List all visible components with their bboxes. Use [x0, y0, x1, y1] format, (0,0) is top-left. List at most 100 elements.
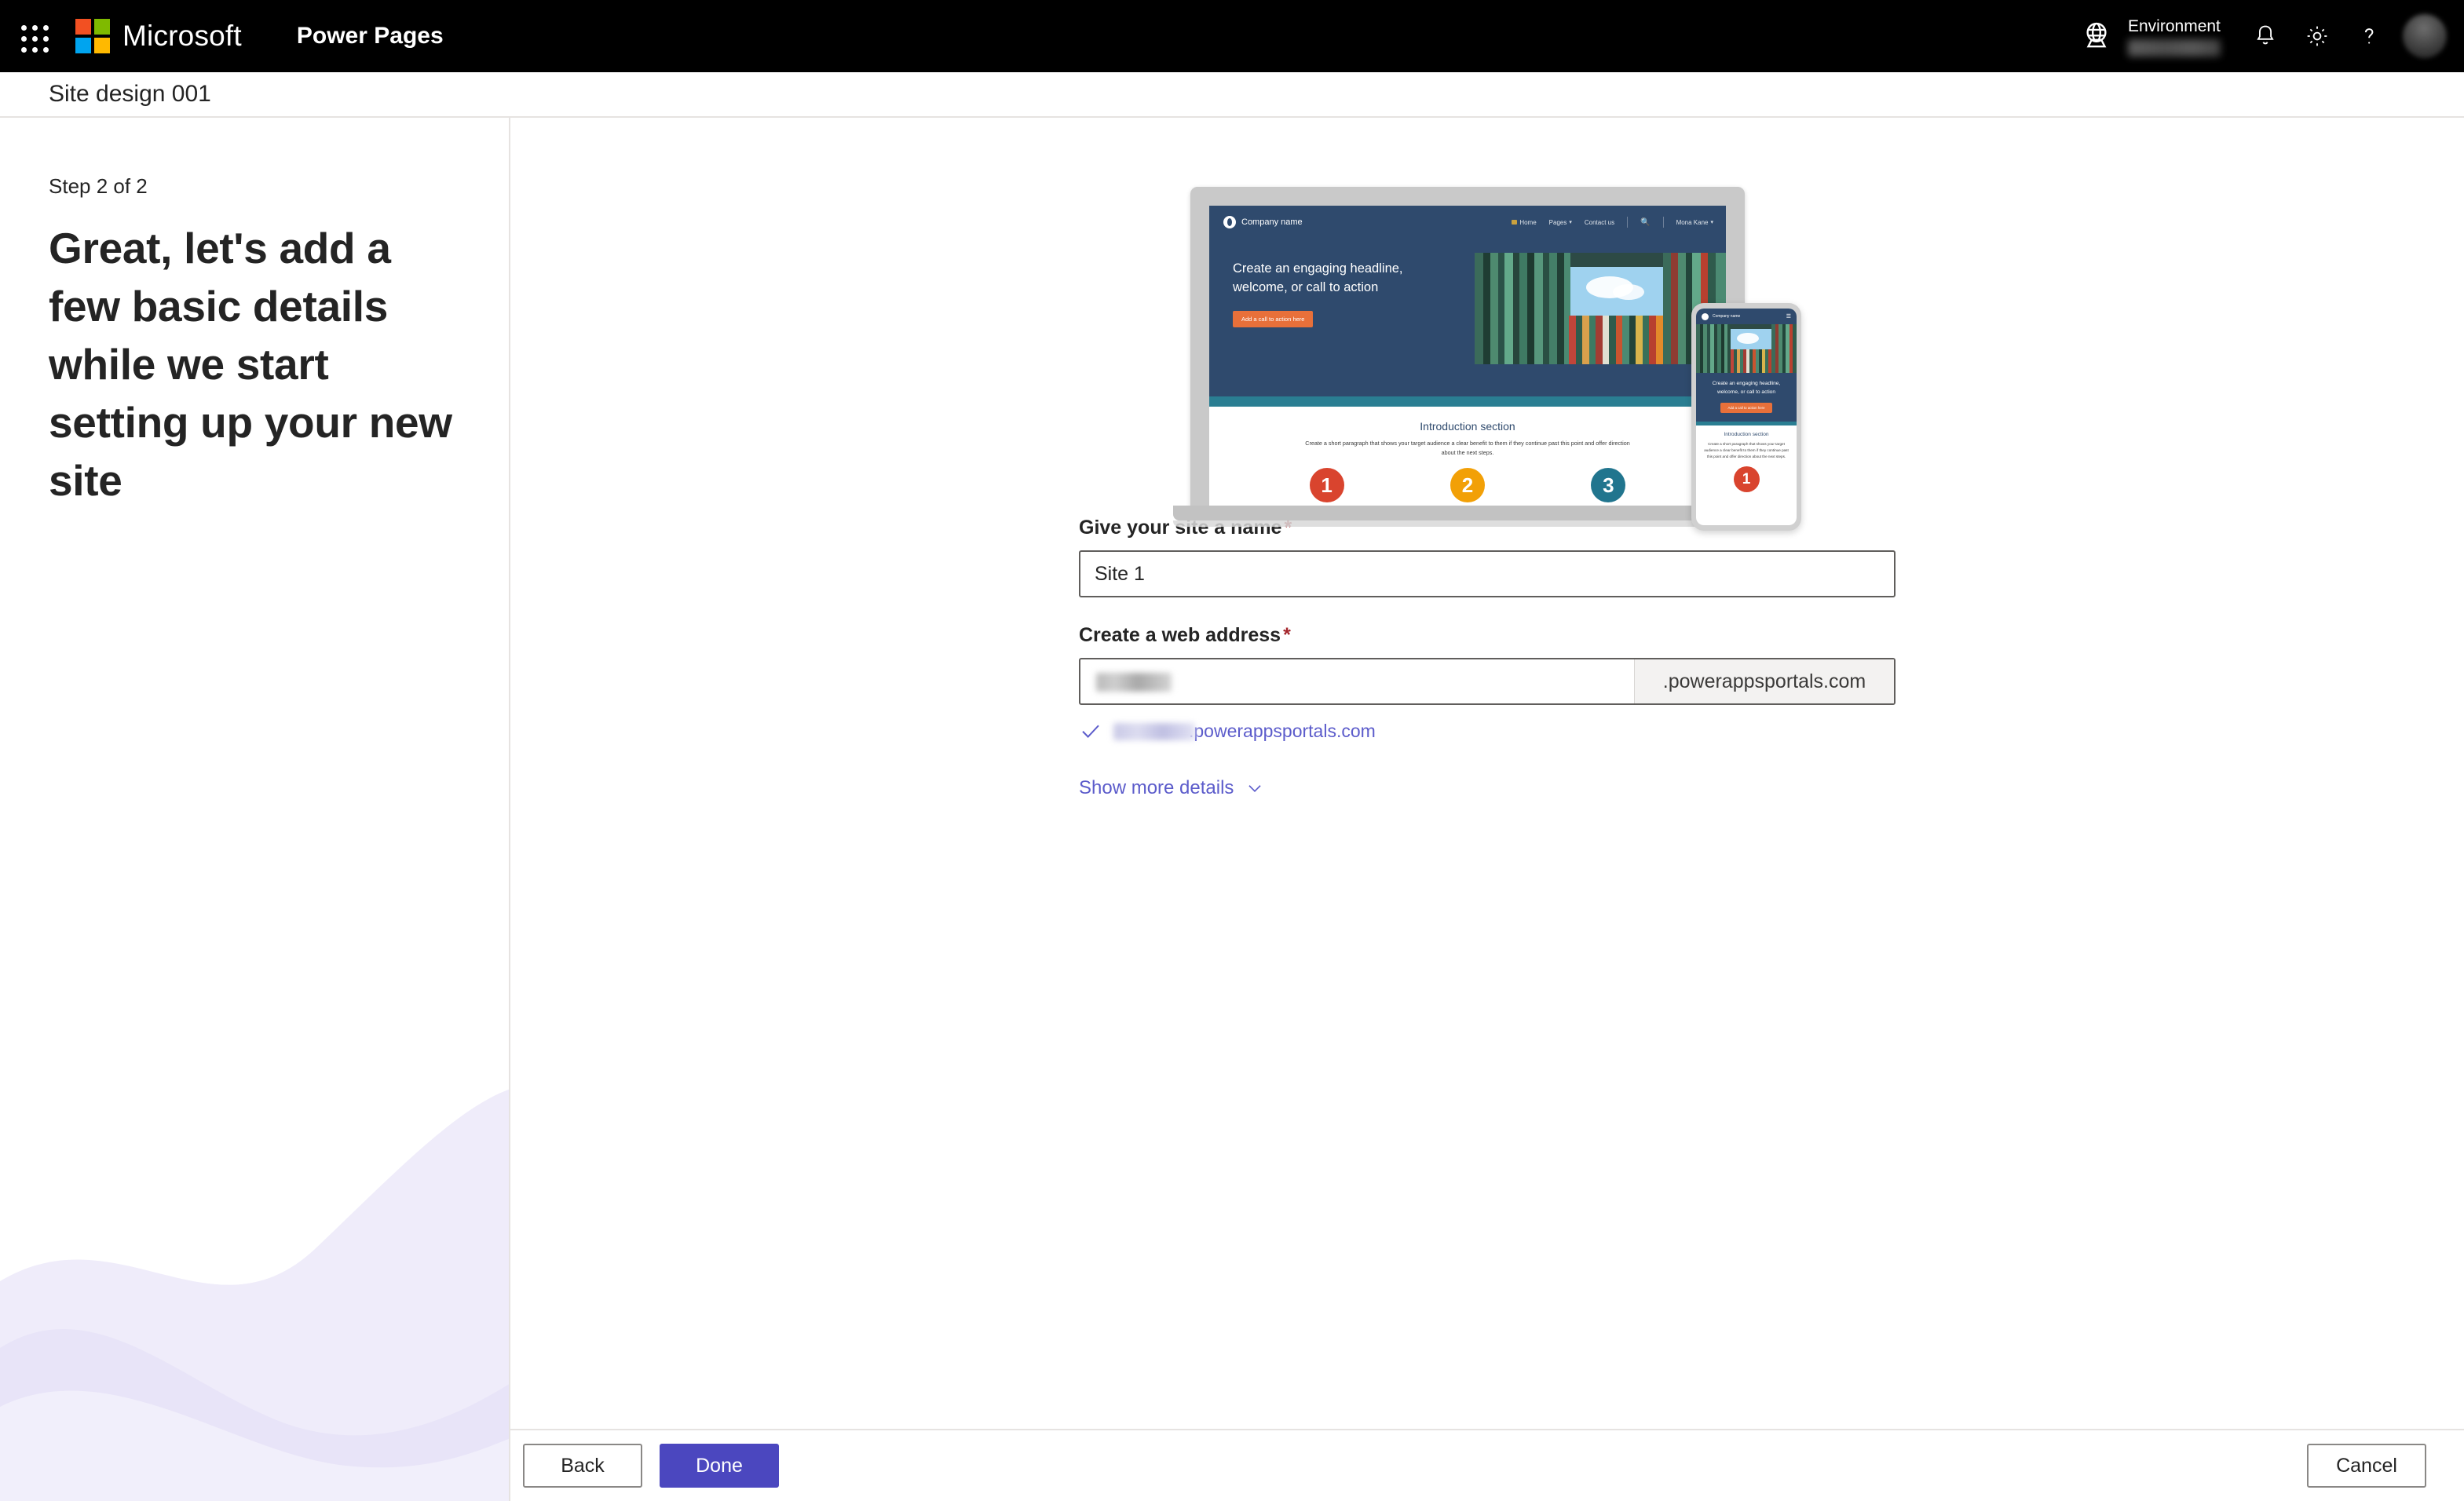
cancel-button[interactable]: Cancel [2307, 1444, 2426, 1488]
web-address-label-text: Create a web address [1079, 624, 1281, 646]
show-more-details-link[interactable]: Show more details [1079, 777, 1265, 799]
phone-hero-image [1696, 324, 1797, 373]
waffle-dot [21, 36, 27, 42]
phone-hero-cta-button: Add a call to action here [1720, 403, 1772, 413]
microsoft-logo-icon [75, 19, 110, 53]
chevron-down-icon: ▾ [1710, 220, 1713, 225]
gear-icon [2307, 26, 2327, 46]
done-button[interactable]: Done [660, 1444, 779, 1488]
preview-intro-section: Introduction section Create a short para… [1209, 407, 1726, 506]
preview-nav-label: Pages [1548, 218, 1567, 226]
suite-header: Microsoft Power Pages Environment [0, 0, 2464, 72]
phone-hero-headline: Create an engaging headline, welcome, or… [1712, 381, 1781, 395]
environment-text: Environment [2128, 16, 2221, 57]
wizard-footer: Back Done Cancel [510, 1429, 2464, 1501]
home-icon [1512, 220, 1518, 225]
laptop-base [1173, 506, 1762, 520]
bookshelf-photo [1475, 253, 1726, 364]
back-button[interactable]: Back [523, 1444, 642, 1488]
preview-nav-pages: Pages ▾ [1549, 219, 1572, 226]
preview-nav-home: Home [1512, 218, 1537, 226]
site-name-input[interactable] [1079, 550, 1896, 597]
wizard-right-panel: Company name Home Pages ▾ Contact us 🔍 M… [510, 118, 2464, 1501]
phone-nav: Company name ☰ [1696, 309, 1797, 324]
nav-divider [1627, 217, 1629, 228]
microsoft-logo[interactable]: Microsoft [75, 19, 242, 53]
preview-hero-cta-button: Add a call to action here [1233, 311, 1314, 327]
nav-divider [1662, 217, 1664, 228]
phone-intro-section: Introduction section Create a short para… [1696, 425, 1797, 492]
environment-picker[interactable]: Environment [2079, 16, 2221, 57]
notifications-button[interactable] [2239, 10, 2291, 62]
help-button[interactable] [2343, 10, 2395, 62]
site-logo-icon [1702, 312, 1709, 320]
preview-nav-contact: Contact us [1585, 219, 1614, 226]
phone-preview: Company name ☰ Create an engaging headli… [1691, 303, 1801, 531]
wizard-content: Company name Home Pages ▾ Contact us 🔍 M… [510, 118, 2464, 1446]
web-address-validation: .powerappsportals.com [1079, 719, 1896, 743]
page-title: Site design 001 [49, 81, 211, 107]
chevron-down-icon [1248, 785, 1262, 792]
waffle-dot [43, 36, 49, 42]
preview-circle-1: 1 [1309, 468, 1344, 502]
preview-circle-3: 3 [1591, 468, 1626, 502]
preview-hero-image [1475, 253, 1726, 364]
checkmark-icon [1082, 725, 1099, 738]
preview-nav-label: Mona Kane [1676, 218, 1709, 226]
settings-button[interactable] [2291, 10, 2343, 62]
search-icon: 🔍 [1640, 217, 1651, 227]
waffle-dot [43, 47, 49, 53]
bookshelf-photo [1696, 324, 1797, 373]
preview-site-logo: Company name [1223, 216, 1303, 228]
page-title-bar: Site design 001 [0, 72, 2464, 118]
web-address-validation-text: .powerappsportals.com [1113, 721, 1376, 742]
web-address-suffix: .powerappsportals.com [1634, 659, 1894, 703]
question-mark-icon [2364, 28, 2374, 44]
preview-company-name: Company name [1241, 217, 1303, 227]
microsoft-wordmark: Microsoft [122, 20, 242, 52]
preview-hero-headline: Create an engaging headline, welcome, or… [1233, 261, 1403, 294]
required-asterisk: * [1283, 624, 1291, 646]
preview-number-circles: 1 2 3 [1209, 468, 1726, 502]
preview-nav-label: Home [1519, 218, 1537, 226]
environment-label: Environment [2128, 16, 2221, 35]
hamburger-menu-icon: ☰ [1786, 314, 1791, 320]
account-avatar[interactable] [2403, 14, 2447, 58]
web-address-validation-redacted [1113, 723, 1195, 741]
web-address-input[interactable] [1080, 659, 1634, 703]
waffle-dot [21, 25, 27, 31]
site-design-preview: Company name Home Pages ▾ Contact us 🔍 M… [1173, 118, 1801, 531]
wizard-stage: Step 2 of 2 Great, let's add a few basic… [0, 118, 2464, 1501]
waffle-dot [32, 47, 38, 53]
app-launcher-icon[interactable] [14, 18, 50, 54]
phone-company-name: Company name [1713, 314, 1741, 319]
phone-hero: Create an engaging headline, welcome, or… [1696, 373, 1797, 422]
site-details-form: Give your site a name* Create a web addr… [1079, 517, 1896, 799]
site-logo-icon [1223, 216, 1236, 228]
laptop-preview: Company name Home Pages ▾ Contact us 🔍 M… [1173, 187, 1762, 544]
preview-site-nav: Company name Home Pages ▾ Contact us 🔍 M… [1209, 206, 1726, 239]
preview-nav-links: Home Pages ▾ Contact us 🔍 Mona Kane ▾ [1512, 217, 1713, 228]
phone-screen: Company name ☰ Create an engaging headli… [1696, 309, 1797, 525]
app-title: Power Pages [296, 23, 444, 49]
phone-intro-copy: Create a short paragraph that shows your… [1704, 442, 1789, 458]
preview-nav-label: Contact us [1584, 218, 1615, 226]
web-address-group: .powerappsportals.com [1079, 658, 1896, 705]
chevron-down-icon: ▾ [1569, 220, 1572, 225]
show-more-details-label: Show more details [1079, 777, 1234, 798]
preview-accent-band [1209, 396, 1726, 407]
waffle-dot [32, 25, 38, 31]
wizard-left-panel: Step 2 of 2 Great, let's add a few basic… [0, 118, 510, 1501]
waffle-dot [43, 25, 49, 31]
environment-name-redacted [2128, 38, 2221, 57]
preview-hero: Company name Home Pages ▾ Contact us 🔍 M… [1209, 206, 1726, 396]
web-address-validation-suffix: .powerappsportals.com [1189, 720, 1376, 741]
decorative-waves [0, 1089, 509, 1501]
phone-circle-1: 1 [1733, 466, 1760, 492]
preview-hero-copy: Create an engaging headline, welcome, or… [1209, 239, 1454, 327]
waffle-dot [32, 36, 38, 42]
suite-header-actions: Environment [2079, 0, 2464, 72]
preview-intro-title: Introduction section [1420, 420, 1515, 433]
preview-circle-2: 2 [1450, 468, 1485, 502]
step-indicator: Step 2 of 2 [49, 174, 148, 198]
